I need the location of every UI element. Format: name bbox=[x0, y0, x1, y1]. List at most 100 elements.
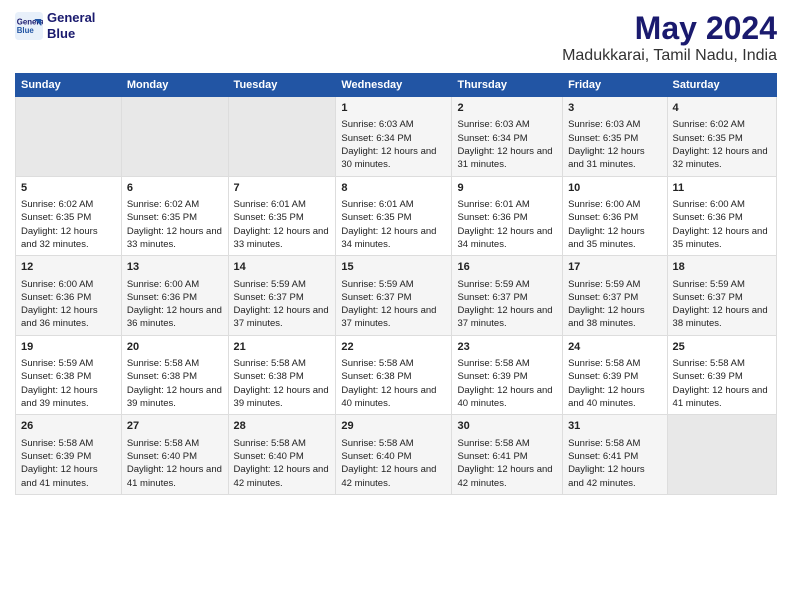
daylight-text: Daylight: 12 hours and 37 minutes. bbox=[341, 305, 436, 329]
header-row: SundayMondayTuesdayWednesdayThursdayFrid… bbox=[16, 74, 777, 97]
day-number: 19 bbox=[21, 340, 116, 355]
daylight-text: Daylight: 12 hours and 39 minutes. bbox=[127, 385, 222, 409]
daylight-text: Daylight: 12 hours and 35 minutes. bbox=[568, 226, 645, 250]
cell-w1-d7: 4 Sunrise: 6:02 AM Sunset: 6:35 PM Daylight… bbox=[667, 97, 776, 177]
cell-w1-d5: 2Sunrise: 6:03 AMSunset: 6:34 PMDaylight… bbox=[452, 97, 563, 177]
day-number: 16 bbox=[457, 260, 557, 275]
day-number: 4 bbox=[673, 101, 771, 116]
sunrise-text: Sunrise: 5:58 AM bbox=[568, 438, 640, 449]
daylight-text: Daylight: 12 hours and 42 minutes. bbox=[568, 464, 645, 488]
daylight-text: Daylight: 12 hours and 39 minutes. bbox=[234, 385, 329, 409]
day-number: 1 bbox=[341, 101, 446, 116]
sunset-text: Sunset: 6:35 PM bbox=[673, 133, 743, 144]
cell-w1-d3 bbox=[228, 97, 336, 177]
day-number: 27 bbox=[127, 419, 223, 434]
sunset-text: Sunset: 6:38 PM bbox=[21, 371, 91, 382]
daylight-text: Daylight: 12 hours and 39 minutes. bbox=[21, 385, 98, 409]
sunset-text: Sunset: 6:34 PM bbox=[341, 133, 411, 144]
main-title: May 2024 bbox=[562, 10, 777, 47]
sunrise-text: Sunrise: 5:59 AM bbox=[673, 279, 745, 290]
sunset-text: Sunset: 6:37 PM bbox=[234, 292, 304, 303]
sunset-text: Sunset: 6:40 PM bbox=[234, 451, 304, 462]
day-number: 7 bbox=[234, 181, 331, 196]
cell-w2-d2: 6Sunrise: 6:02 AMSunset: 6:35 PMDaylight… bbox=[121, 176, 228, 256]
daylight-text: Daylight: 12 hours and 33 minutes. bbox=[234, 226, 329, 250]
daylight-text: Daylight: 12 hours and 32 minutes. bbox=[673, 146, 768, 170]
sunset-text: Sunset: 6:36 PM bbox=[568, 212, 638, 223]
day-number: 31 bbox=[568, 419, 661, 434]
sunset-text: Sunset: 6:35 PM bbox=[127, 212, 197, 223]
sunrise-text: Sunrise: 5:59 AM bbox=[234, 279, 306, 290]
sunrise-text: Sunrise: 6:00 AM bbox=[673, 199, 745, 210]
day-number: 9 bbox=[457, 181, 557, 196]
week-row-4: 19Sunrise: 5:59 AMSunset: 6:38 PMDayligh… bbox=[16, 335, 777, 415]
sunset-text: Sunset: 6:35 PM bbox=[341, 212, 411, 223]
cell-w2-d6: 10Sunrise: 6:00 AMSunset: 6:36 PMDayligh… bbox=[563, 176, 667, 256]
cell-w1-d4: 1Sunrise: 6:03 AMSunset: 6:34 PMDaylight… bbox=[336, 97, 452, 177]
logo-text-line2: Blue bbox=[47, 26, 95, 42]
sunset-text: Sunset: 6:35 PM bbox=[21, 212, 91, 223]
sunrise-text: Sunrise: 6:01 AM bbox=[234, 199, 306, 210]
sunrise-text: Sunrise: 5:58 AM bbox=[457, 438, 529, 449]
sunset-text: Sunset: 6:38 PM bbox=[127, 371, 197, 382]
day-number: 23 bbox=[457, 340, 557, 355]
daylight-text: Daylight: 12 hours and 38 minutes. bbox=[568, 305, 645, 329]
cell-w3-d6: 17Sunrise: 5:59 AMSunset: 6:37 PMDayligh… bbox=[563, 256, 667, 336]
sunset-text: Sunset: 6:36 PM bbox=[673, 212, 743, 223]
col-header-saturday: Saturday bbox=[667, 74, 776, 97]
cell-w4-d6: 24Sunrise: 5:58 AMSunset: 6:39 PMDayligh… bbox=[563, 335, 667, 415]
logo-text-line1: General bbox=[47, 10, 95, 26]
day-number: 13 bbox=[127, 260, 223, 275]
sunset-text: Sunset: 6:36 PM bbox=[127, 292, 197, 303]
sunrise-text: Sunrise: 5:58 AM bbox=[457, 358, 529, 369]
daylight-text: Daylight: 12 hours and 37 minutes. bbox=[234, 305, 329, 329]
sunset-text: Sunset: 6:40 PM bbox=[341, 451, 411, 462]
day-number: 28 bbox=[234, 419, 331, 434]
sunrise-text: Sunrise: 5:58 AM bbox=[341, 438, 413, 449]
sunrise-text: Sunrise: 6:02 AM bbox=[673, 119, 745, 130]
sunrise-text: Sunrise: 6:02 AM bbox=[127, 199, 199, 210]
week-row-2: 5 Sunrise: 6:02 AM Sunset: 6:35 PM Daylight… bbox=[16, 176, 777, 256]
sunrise-text: Sunrise: 5:59 AM bbox=[568, 279, 640, 290]
calendar-table: SundayMondayTuesdayWednesdayThursdayFrid… bbox=[15, 73, 777, 495]
sunrise-text: Sunrise: 6:01 AM bbox=[341, 199, 413, 210]
day-number: 24 bbox=[568, 340, 661, 355]
sunset-text: Sunset: 6:38 PM bbox=[234, 371, 304, 382]
sunset-text: Sunset: 6:37 PM bbox=[673, 292, 743, 303]
subtitle: Madukkarai, Tamil Nadu, India bbox=[562, 47, 777, 65]
sunrise-text: Sunrise: 5:58 AM bbox=[127, 358, 199, 369]
sunrise-text: Sunrise: 6:01 AM bbox=[457, 199, 529, 210]
sunset-text: Sunset: 6:37 PM bbox=[341, 292, 411, 303]
day-number: 22 bbox=[341, 340, 446, 355]
cell-w5-d3: 28Sunrise: 5:58 AMSunset: 6:40 PMDayligh… bbox=[228, 415, 336, 495]
day-number: 5 bbox=[21, 181, 116, 196]
cell-w5-d2: 27Sunrise: 5:58 AMSunset: 6:40 PMDayligh… bbox=[121, 415, 228, 495]
daylight-text: Daylight: 12 hours and 34 minutes. bbox=[457, 226, 552, 250]
col-header-tuesday: Tuesday bbox=[228, 74, 336, 97]
page-header: General Blue General Blue May 2024 Maduk… bbox=[15, 10, 777, 65]
sunrise-text: Sunrise: 6:00 AM bbox=[21, 279, 93, 290]
sunset-text: Sunset: 6:41 PM bbox=[457, 451, 527, 462]
daylight-text: Daylight: 12 hours and 35 minutes. bbox=[673, 226, 768, 250]
sunrise-text: Sunrise: 6:03 AM bbox=[341, 119, 413, 130]
cell-w1-d1 bbox=[16, 97, 122, 177]
cell-w3-d7: 18Sunrise: 5:59 AMSunset: 6:37 PMDayligh… bbox=[667, 256, 776, 336]
daylight-text: Daylight: 12 hours and 31 minutes. bbox=[457, 146, 552, 170]
sunset-text: Sunset: 6:39 PM bbox=[673, 371, 743, 382]
sunset-text: Sunset: 6:36 PM bbox=[21, 292, 91, 303]
day-number: 30 bbox=[457, 419, 557, 434]
day-number: 2 bbox=[457, 101, 557, 116]
sunset-text: Sunset: 6:40 PM bbox=[127, 451, 197, 462]
week-row-1: 1 Sunrise: 6:03 AM Sunset: 6:34 PM Daylight… bbox=[16, 97, 777, 177]
sunset-text: Sunset: 6:34 PM bbox=[457, 133, 527, 144]
daylight-text: Daylight: 12 hours and 32 minutes. bbox=[21, 226, 98, 250]
col-header-friday: Friday bbox=[563, 74, 667, 97]
daylight-text: Daylight: 12 hours and 36 minutes. bbox=[21, 305, 98, 329]
day-number: 3 bbox=[568, 101, 661, 116]
day-number: 20 bbox=[127, 340, 223, 355]
cell-w2-d7: 11Sunrise: 6:00 AMSunset: 6:36 PMDayligh… bbox=[667, 176, 776, 256]
sunrise-text: Sunrise: 5:58 AM bbox=[234, 438, 306, 449]
sunset-text: Sunset: 6:41 PM bbox=[568, 451, 638, 462]
sunrise-text: Sunrise: 6:02 AM bbox=[21, 199, 93, 210]
day-number: 29 bbox=[341, 419, 446, 434]
